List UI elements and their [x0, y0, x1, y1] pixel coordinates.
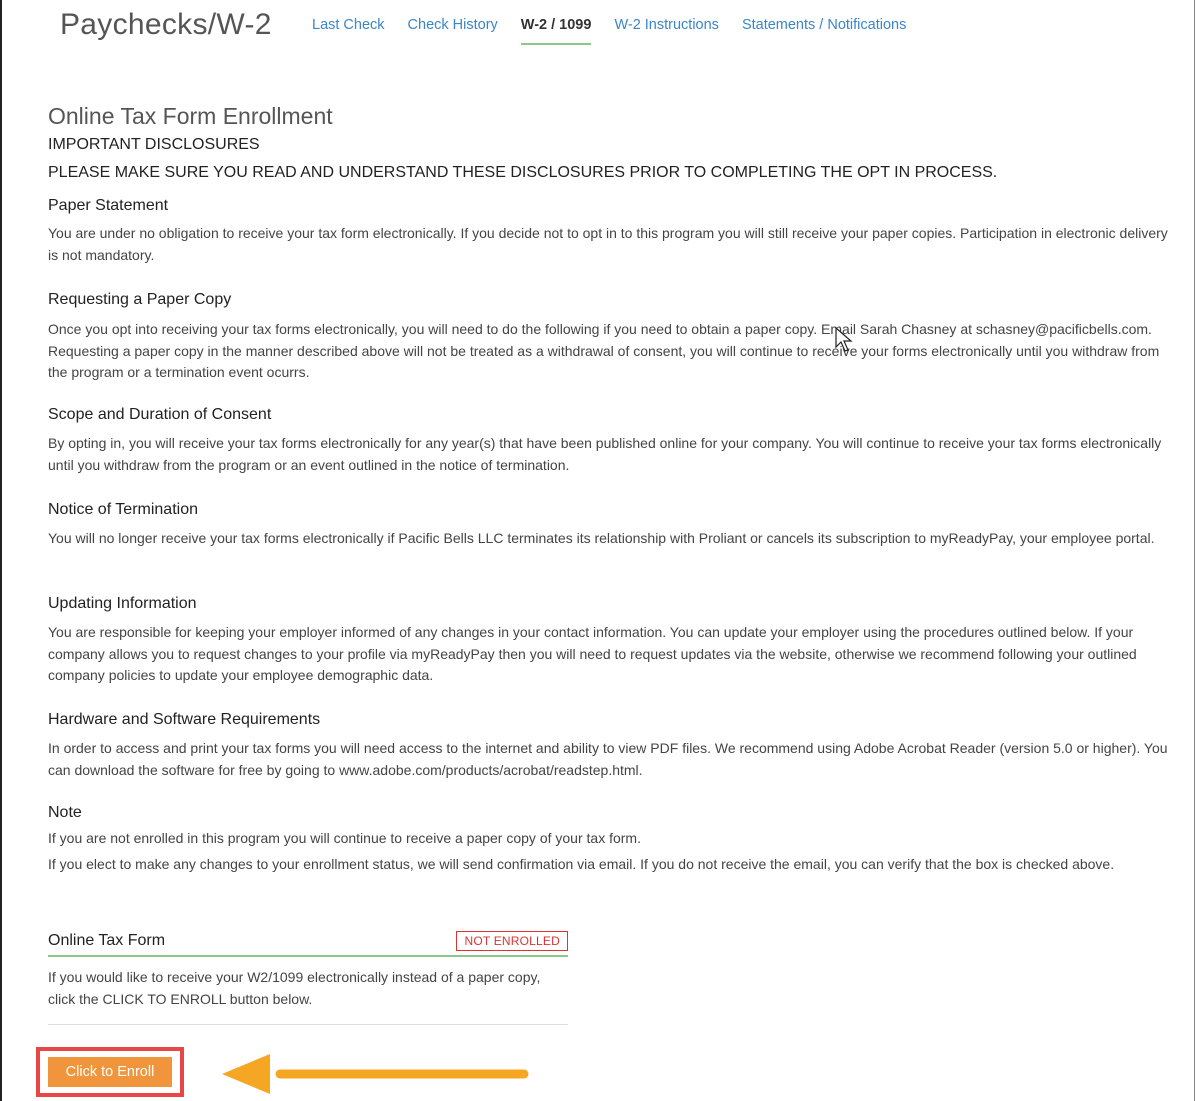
disclosure-warning: PLEASE MAKE SURE YOU READ AND UNDERSTAND… [48, 164, 998, 181]
tab-last-check[interactable]: Last Check [312, 17, 385, 45]
note-line-1: If you are not enrolled in this program … [48, 830, 641, 846]
section-notice-termination: Notice of Termination You will no longer… [48, 501, 1178, 550]
left-arrow-icon [222, 1054, 529, 1094]
section-scope-duration: Scope and Duration of Consent By opting … [48, 406, 1178, 476]
mouse-cursor-icon [835, 327, 853, 352]
online-tax-form-label: Online Tax Form [48, 932, 166, 949]
online-tax-form-header: Online Tax Form NOT ENROLLED [48, 931, 568, 957]
enroll-description: If you would like to receive your W2/109… [48, 967, 568, 1025]
tab-statements-notifications[interactable]: Statements / Notifications [742, 17, 906, 45]
section-requesting-paper-copy: Requesting a Paper Copy Once you opt int… [48, 291, 1178, 384]
section-heading: Scope and Duration of Consent [48, 406, 272, 423]
section-paper-statement: Paper Statement You are under no obligat… [48, 197, 1178, 266]
section-body: By opting in, you will receive your tax … [48, 435, 1162, 473]
online-tax-form-card: Online Tax Form NOT ENROLLED If you woul… [48, 931, 568, 1025]
page-title: Paychecks/W-2 [60, 8, 272, 41]
enroll-button-highlight: Click to Enroll [36, 1047, 184, 1097]
section-note: Note If you are not enrolled in this pro… [48, 804, 1178, 873]
section-body: Once you opt into receiving your tax for… [48, 321, 1160, 380]
click-to-enroll-button[interactable]: Click to Enroll [48, 1057, 172, 1087]
tab-bar: Last Check Check History W-2 / 1099 W-2 … [312, 17, 929, 45]
important-disclosures-heading: IMPORTANT DISCLOSURES [48, 136, 260, 153]
section-body: You are responsible for keeping your emp… [48, 624, 1137, 683]
section-heading: Hardware and Software Requirements [48, 711, 321, 728]
section-body: In order to access and print your tax fo… [48, 740, 1168, 778]
section-updating-information: Updating Information You are responsible… [48, 595, 1178, 687]
section-heading: Requesting a Paper Copy [48, 291, 232, 308]
tab-w2-1099[interactable]: W-2 / 1099 [520, 17, 592, 45]
section-body: You are under no obligation to receive y… [48, 225, 1168, 263]
section-title: Online Tax Form Enrollment [48, 103, 333, 129]
section-heading: Note [48, 804, 82, 821]
section-hardware-software: Hardware and Software Requirements In or… [48, 711, 1178, 781]
tab-check-history[interactable]: Check History [408, 17, 498, 45]
section-heading: Notice of Termination [48, 501, 198, 518]
section-heading: Paper Statement [48, 197, 169, 214]
status-badge: NOT ENROLLED [456, 931, 568, 951]
section-body: You will no longer receive your tax form… [48, 530, 1155, 546]
tab-w2-instructions[interactable]: W-2 Instructions [614, 17, 719, 45]
note-line-2: If you elect to make any changes to your… [48, 855, 1115, 872]
section-heading: Updating Information [48, 595, 197, 612]
enrollment-header: Online Tax Form Enrollment IMPORTANT DIS… [48, 103, 1178, 182]
